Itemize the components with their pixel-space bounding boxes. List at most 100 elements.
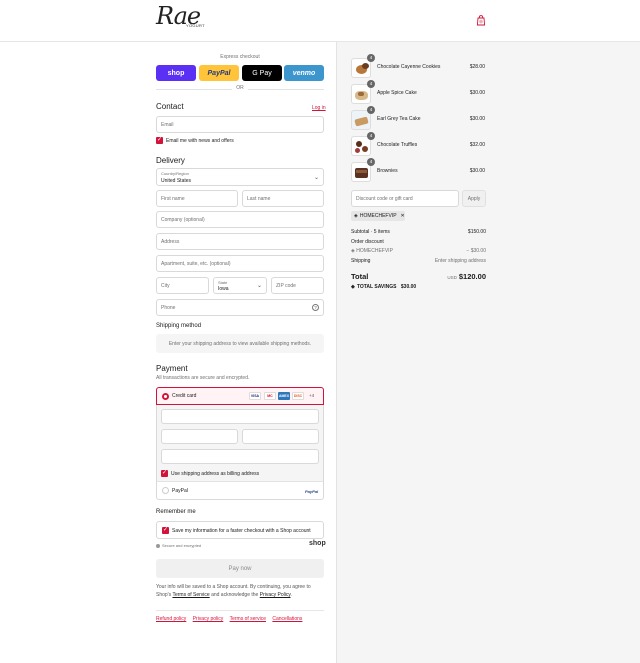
login-link[interactable]: Log in — [312, 105, 326, 111]
terms-of-service-link[interactable]: Terms of service — [230, 616, 266, 622]
item-name: Chocolate Truffles — [377, 142, 418, 148]
currency-code: USD — [447, 275, 457, 280]
order-summary: 4 Chocolate Cayenne Cookies $28.00 4 App… — [336, 42, 640, 663]
google-pay-button[interactable]: G Pay — [242, 65, 282, 81]
phone-placeholder: Phone — [161, 304, 176, 311]
secure-text: Secure and encrypted — [162, 543, 202, 548]
discover-icon: DISC — [292, 392, 304, 400]
remove-discount-icon[interactable]: ✕ — [401, 213, 405, 219]
store-logo[interactable]: Rae YOGURT — [156, 2, 206, 36]
applied-discount-tag: ◈ HOMECHEFVIP ✕ — [351, 211, 405, 221]
last-name-field[interactable]: Last name — [242, 190, 324, 207]
shop-pay-button[interactable]: shop — [156, 65, 196, 81]
remember-heading: Remember me — [156, 509, 196, 515]
country-select[interactable]: Country/Region United States ⌄ — [156, 168, 324, 186]
shopping-bag-icon[interactable] — [476, 15, 486, 26]
remember-checkbox[interactable]: ✓ — [162, 527, 169, 534]
subtotal-value: $150.00 — [467, 229, 486, 235]
first-name-field[interactable]: First name — [156, 190, 238, 207]
item-price: $30.00 — [469, 90, 485, 96]
remember-box[interactable]: ✓ Save my information for a faster check… — [156, 521, 324, 539]
payment-subtitle: All transactions are secure and encrypte… — [156, 375, 250, 381]
remember-label: Save my information for a faster checkou… — [172, 528, 311, 534]
refund-policy-link[interactable]: Refund policy — [156, 616, 186, 622]
zip-field[interactable]: ZIP code — [271, 277, 324, 294]
more-cards-count: +4 — [309, 393, 315, 398]
discount-placeholder: Discount code or gift card — [356, 195, 413, 202]
terms-link[interactable]: Terms of Service — [172, 592, 209, 598]
privacy-policy-link[interactable]: Privacy policy — [193, 616, 224, 622]
name-on-card-field[interactable] — [161, 449, 319, 464]
paypal-logo: PayPal — [305, 489, 319, 494]
cart-item: 4 Brownies $30.00 — [351, 158, 491, 184]
item-name: Chocolate Cayenne Cookies — [377, 64, 441, 70]
apply-discount-button[interactable]: Apply — [462, 190, 486, 207]
credit-card-radio[interactable] — [162, 393, 169, 400]
or-text: OR — [236, 85, 244, 91]
amex-icon: AMEX — [278, 392, 290, 400]
item-price: $32.00 — [469, 142, 485, 148]
card-number-field[interactable] — [161, 409, 319, 424]
pay-now-button[interactable]: Pay now — [156, 559, 324, 578]
shipping-value: Enter shipping address — [434, 258, 486, 264]
payment-options: Credit card VISA MC AMEX DISC +4 ✓ Use s… — [156, 387, 324, 500]
zip-placeholder: ZIP code — [276, 282, 296, 289]
shipping-method-notice: Enter your shipping address to view avai… — [156, 334, 324, 353]
country-label: Country/Region — [161, 171, 189, 176]
legal-end: . — [290, 592, 292, 598]
item-name: Apple Spice Cake — [377, 90, 417, 96]
quantity-badge: 4 — [367, 80, 375, 88]
quantity-badge: 4 — [367, 158, 375, 166]
address-placeholder: Address — [161, 238, 180, 245]
expiration-field[interactable] — [161, 429, 238, 444]
discount-tag-code: HOMECHEFVIP — [359, 213, 397, 219]
news-checkbox[interactable]: ✓ — [156, 137, 163, 144]
cart-item: 4 Apple Spice Cake $30.00 — [351, 80, 491, 106]
total-label: Total — [351, 272, 369, 281]
shipping-row: Shipping Enter shipping address — [351, 258, 486, 264]
legal-text: Your info will be saved to a Shop accoun… — [156, 583, 324, 599]
first-name-placeholder: First name — [161, 195, 185, 202]
address-field[interactable]: Address — [156, 233, 324, 250]
cart-item: 4 Chocolate Truffles $32.00 — [351, 132, 491, 158]
shipping-method-heading: Shipping method — [156, 323, 202, 329]
security-code-field[interactable] — [242, 429, 319, 444]
discount-code-text: HOMECHEFVIP — [356, 248, 393, 254]
email-field[interactable]: Email — [156, 116, 324, 133]
privacy-link[interactable]: Privacy Policy — [260, 592, 291, 598]
or-divider: OR — [156, 85, 324, 93]
state-select[interactable]: State Iowa ⌄ — [213, 277, 267, 294]
total-amount: USD $120.00 — [447, 272, 486, 281]
logo-subtitle: YOGURT — [186, 23, 205, 28]
apartment-field[interactable]: Apartment, suite, etc. (optional) — [156, 255, 324, 272]
discount-code-input[interactable]: Discount code or gift card — [351, 190, 459, 207]
visa-icon: VISA — [249, 392, 261, 400]
paypal-button[interactable]: PayPal — [199, 65, 239, 81]
order-discount-row: Order discount — [351, 239, 486, 245]
payment-heading: Payment — [156, 364, 188, 373]
paypal-radio[interactable] — [162, 487, 169, 494]
total-value: $120.00 — [458, 272, 486, 281]
credit-card-option[interactable]: Credit card VISA MC AMEX DISC +4 — [156, 387, 324, 405]
news-checkbox-label: Email me with news and offers — [166, 138, 234, 144]
shop-logo: shop — [309, 540, 326, 547]
item-price: $30.00 — [469, 168, 485, 174]
savings-row: ◈ TOTAL SAVINGS $30.00 — [351, 284, 486, 290]
card-details-form: ✓ Use shipping address as billing addres… — [157, 405, 323, 482]
company-field[interactable]: Company (optional) — [156, 211, 324, 228]
footer-links: Refund policy Privacy policy Terms of se… — [156, 616, 307, 622]
order-discount-label: Order discount — [351, 239, 384, 245]
express-checkout-label: Express checkout — [220, 54, 260, 60]
paypal-option-label[interactable]: PayPal — [172, 488, 188, 494]
phone-field[interactable]: Phone ? — [156, 299, 324, 316]
venmo-button[interactable]: venmo — [284, 65, 324, 81]
tag-icon: ◈ — [354, 213, 358, 219]
cancellations-link[interactable]: Cancellations — [272, 616, 302, 622]
billing-address-checkbox[interactable]: ✓ — [161, 470, 168, 477]
quantity-badge: 4 — [367, 54, 375, 62]
city-field[interactable]: City — [156, 277, 209, 294]
item-name: Brownies — [377, 168, 398, 174]
company-placeholder: Company (optional) — [161, 216, 205, 223]
help-icon[interactable]: ? — [312, 304, 319, 311]
quantity-badge: 4 — [367, 106, 375, 114]
